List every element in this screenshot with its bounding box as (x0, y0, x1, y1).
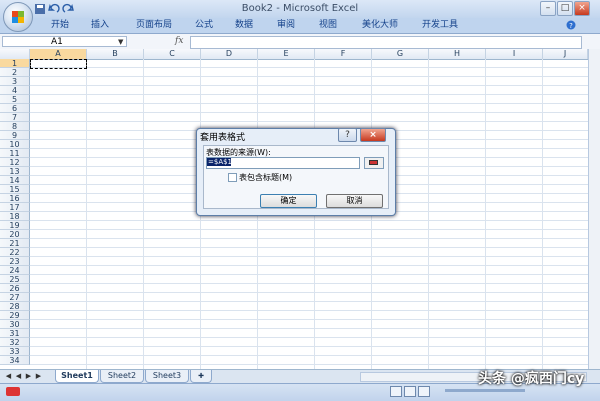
tab-developer[interactable]: 开发工具 (414, 19, 466, 32)
sheet-tab-sheet3[interactable]: Sheet3 (145, 370, 189, 383)
row-header[interactable]: 15 (0, 185, 30, 194)
next-sheet-icon[interactable]: ▶ (24, 371, 33, 381)
sheet-tab-sheet1[interactable]: Sheet1 (55, 370, 99, 383)
column-header[interactable]: I (486, 49, 543, 59)
row-header[interactable]: 13 (0, 167, 30, 176)
row-header[interactable]: 27 (0, 293, 30, 302)
page-break-view-icon[interactable] (418, 386, 430, 397)
vertical-scrollbar[interactable] (588, 49, 600, 369)
tab-insert[interactable]: 插入 (82, 19, 118, 32)
row-header[interactable]: 12 (0, 158, 30, 167)
row-header[interactable]: 4 (0, 86, 30, 95)
column-header[interactable]: F (315, 49, 372, 59)
row-header[interactable]: 7 (0, 113, 30, 122)
row-header[interactable]: 21 (0, 239, 30, 248)
office-logo-icon (12, 11, 24, 23)
window-title: Book2 - Microsoft Excel (241, 3, 359, 14)
tab-review[interactable]: 审阅 (270, 19, 302, 32)
row-header[interactable]: 28 (0, 302, 30, 311)
ok-button[interactable]: 确定 (260, 194, 317, 208)
tab-home[interactable]: 开始 (42, 19, 78, 32)
row-header[interactable]: 34 (0, 356, 30, 365)
row-header[interactable]: 5 (0, 95, 30, 104)
dialog-title: 套用表格式 (200, 133, 246, 143)
minimize-button[interactable]: – (540, 1, 556, 16)
insert-function-icon[interactable]: fx (175, 36, 187, 47)
first-sheet-icon[interactable]: ◀ (4, 371, 13, 381)
sheet-tab-sheet2[interactable]: Sheet2 (100, 370, 144, 383)
page-layout-view-icon[interactable] (404, 386, 416, 397)
row-header[interactable]: 29 (0, 311, 30, 320)
selected-cell-marquee[interactable] (30, 59, 87, 69)
column-header[interactable]: H (429, 49, 486, 59)
has-headers-checkbox[interactable] (228, 173, 237, 182)
row-header[interactable]: 20 (0, 230, 30, 239)
source-range-value[interactable]: =$A$1 (207, 158, 232, 166)
row-header[interactable]: 16 (0, 194, 30, 203)
help-icon[interactable]: ? (566, 20, 576, 30)
row-header[interactable]: 25 (0, 275, 30, 284)
column-header[interactable]: B (87, 49, 144, 59)
maximize-button[interactable]: □ (557, 1, 573, 16)
row-header[interactable]: 11 (0, 149, 30, 158)
column-header[interactable]: G (372, 49, 429, 59)
row-header[interactable]: 8 (0, 122, 30, 131)
tab-view[interactable]: 视图 (312, 19, 344, 32)
select-all-corner[interactable] (0, 49, 30, 59)
cancel-button[interactable]: 取消 (326, 194, 383, 208)
zoom-slider[interactable] (445, 389, 525, 392)
office-button[interactable] (3, 2, 33, 32)
row-header[interactable]: 24 (0, 266, 30, 275)
row-header[interactable]: 19 (0, 221, 30, 230)
row-header[interactable]: 17 (0, 203, 30, 212)
row-header[interactable]: 9 (0, 131, 30, 140)
prev-sheet-icon[interactable]: ◀ (14, 371, 23, 381)
has-headers-label[interactable]: 表包含标题(M) (239, 172, 292, 183)
column-header[interactable]: A (30, 49, 87, 59)
column-header[interactable]: J (543, 49, 588, 59)
row-header[interactable]: 26 (0, 284, 30, 293)
row-header[interactable]: 6 (0, 104, 30, 113)
normal-view-icon[interactable] (390, 386, 402, 397)
row-header[interactable]: 30 (0, 320, 30, 329)
row-header[interactable]: 3 (0, 77, 30, 86)
dialog-help-button[interactable]: ? (338, 128, 357, 142)
row-header[interactable]: 14 (0, 176, 30, 185)
dialog-close-button[interactable]: × (360, 128, 386, 142)
chevron-down-icon[interactable]: ▼ (118, 38, 123, 46)
row-header[interactable]: 33 (0, 347, 30, 356)
row-header[interactable]: 10 (0, 140, 30, 149)
tab-formulas[interactable]: 公式 (188, 19, 220, 32)
column-header[interactable]: C (144, 49, 201, 59)
insert-sheet-icon[interactable]: ✚ (190, 370, 212, 383)
last-sheet-icon[interactable]: ▶ (34, 371, 43, 381)
row-header[interactable]: 31 (0, 329, 30, 338)
formula-input[interactable] (190, 36, 582, 49)
tab-page-layout[interactable]: 页面布局 (126, 19, 182, 32)
name-box[interactable]: A1 (2, 36, 127, 47)
row-header[interactable]: 32 (0, 338, 30, 347)
column-header[interactable]: D (201, 49, 258, 59)
close-window-button[interactable]: × (574, 1, 590, 16)
range-select-icon (369, 160, 378, 165)
row-header[interactable]: 23 (0, 257, 30, 266)
tab-beautify-master[interactable]: 美化大师 (354, 19, 406, 32)
watermark-text: 头条 @疯西门cy (478, 371, 585, 387)
tab-data[interactable]: 数据 (228, 19, 260, 32)
row-header[interactable]: 22 (0, 248, 30, 257)
row-header[interactable]: 1 (0, 59, 30, 68)
row-header[interactable]: 18 (0, 212, 30, 221)
macro-record-icon[interactable] (6, 387, 20, 396)
column-header[interactable]: E (258, 49, 315, 59)
collapse-dialog-button[interactable] (364, 157, 384, 169)
row-header[interactable]: 2 (0, 68, 30, 77)
svg-text:?: ? (569, 22, 573, 30)
